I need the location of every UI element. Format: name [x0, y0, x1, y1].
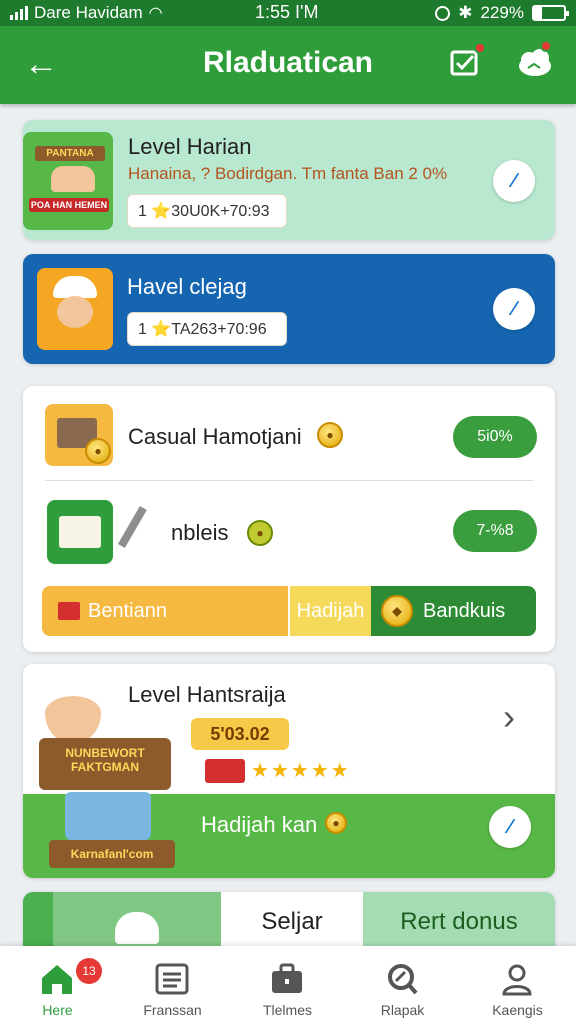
tab-search[interactable]: Rlapak: [345, 946, 460, 1024]
cloud-button[interactable]: [516, 40, 552, 80]
coin-icon: ●: [247, 520, 273, 546]
stall-crates: [65, 792, 151, 840]
level-card-blue[interactable]: Havel clejag 1 ⭐TA263+70:96 ∕: [23, 254, 555, 364]
star-rating: ★ ★ ★ ★ ★: [205, 758, 349, 783]
split-button-right[interactable]: ◆ Bandkuis: [371, 586, 536, 636]
tab-label: Franssan: [143, 1002, 202, 1018]
stall-sign-top: PANTANA: [35, 146, 105, 161]
clock: 1:55 I'M: [255, 2, 319, 22]
page-title: Rladuatican: [202, 46, 374, 79]
briefcase-icon: [272, 963, 302, 993]
edit-button[interactable]: ∕: [493, 288, 535, 330]
offer-label: Casual Hamotjani: [128, 424, 302, 449]
tool-icon: [117, 505, 165, 559]
tab-profile[interactable]: Kaengis: [460, 946, 575, 1024]
helmet-shape: [53, 276, 97, 298]
coin-icon: ●: [317, 422, 343, 448]
split-button-left[interactable]: Bentiann: [42, 586, 288, 636]
tab-briefcase[interactable]: Tlelmes: [230, 946, 345, 1024]
coin-icon: ●: [85, 438, 111, 464]
checklist-button[interactable]: [448, 42, 486, 80]
offers-card: ● Casual Hamotjani ● 5i0% nbleis ● 7-%8 …: [23, 386, 555, 652]
vendor-figures: [51, 166, 95, 192]
edit-button[interactable]: ∕: [493, 160, 535, 202]
bottom-options-row: Seljar Rert donus: [23, 892, 555, 952]
worker-avatar-thumbnail: [37, 268, 113, 350]
app-bar: ← Rladuatican: [0, 26, 576, 104]
market-stall-thumbnail: PANTANA POA HAN HEMEN: [23, 132, 113, 230]
card-title: Level Harian: [128, 134, 252, 159]
notification-dot: [474, 42, 486, 54]
alarm-icon: [435, 5, 451, 21]
face-shape: [57, 296, 93, 328]
star-icon: ★: [330, 760, 349, 782]
option-right-label: Rert donus: [400, 908, 518, 935]
option-center-label: Seljar: [261, 908, 323, 935]
search-icon: [388, 964, 418, 995]
offer-label: nbleis: [171, 520, 229, 545]
bottom-navigation: 13 Here Franssan Tlelmes Rlapak Kaengis: [0, 946, 576, 1024]
carrier-text: Dare Havidam: [34, 3, 143, 22]
tab-label: Here: [42, 1002, 73, 1018]
tab-home[interactable]: 13 Here: [0, 946, 115, 1024]
home-icon: [42, 965, 72, 994]
user-icon: [502, 964, 532, 996]
card-title: Havel clejag: [127, 274, 247, 299]
battery-icon: [532, 5, 569, 21]
reward-label: Hadijah kan: [201, 812, 318, 837]
star-icon: ★: [310, 760, 329, 782]
pencil-icon: ∕: [512, 169, 516, 192]
ticket-icon: [205, 758, 245, 783]
battery-percent: 229%: [480, 3, 524, 22]
card-subtitle: Hanaina, ? Bodirdgan. Tm fanta Ban 2 0%: [128, 164, 448, 183]
tab-label: Tlelmes: [262, 1002, 312, 1018]
tab-badge: 13: [76, 958, 102, 984]
edit-button[interactable]: ∕: [489, 806, 531, 848]
level-reward-card[interactable]: NUNBEWORT FAKTGMAN Karnafanl'com Level H…: [23, 664, 555, 878]
reward-pill: 1 ⭐30U0K+70:93: [127, 194, 287, 228]
tab-transaction[interactable]: Franssan: [115, 946, 230, 1024]
pencil-icon: ∕: [508, 815, 512, 838]
tab-label: Rlapak: [380, 1002, 425, 1018]
split-right-label: Bandkuis: [423, 599, 506, 622]
price-tag: 5'03.02: [191, 718, 289, 750]
box-icon: ●: [45, 404, 113, 466]
card-title: Level Hantsraija: [128, 682, 286, 707]
wifi-icon: ◠: [148, 5, 163, 22]
reward-pill: 1 ⭐TA263+70:96: [127, 312, 287, 346]
option-center[interactable]: Seljar: [221, 892, 363, 952]
split-mid-label: Hadijah: [296, 599, 365, 622]
daily-level-card[interactable]: PANTANA POA HAN HEMEN Level Harian Hanai…: [23, 120, 555, 240]
bluetooth-icon: ✱: [458, 3, 473, 22]
box-shape: [59, 516, 101, 548]
split-left-label: Bentiann: [88, 599, 167, 622]
worker-face: [45, 682, 101, 744]
stall-sign-bottom: Karnafanl'com: [49, 840, 175, 868]
split-button-mid[interactable]: Hadijah: [290, 586, 371, 636]
star-icon: ★: [251, 760, 269, 782]
stall-sign-top: NUNBEWORT FAKTGMAN: [39, 738, 171, 790]
status-bar: Dare Havidam ◠ 1:55 I'M ✱ 229%: [0, 0, 576, 26]
coin-icon: ◆: [381, 595, 413, 627]
star-icon: ★: [270, 760, 289, 782]
option-right[interactable]: Rert donus: [363, 892, 555, 952]
offer-button-1[interactable]: 5i0%: [453, 416, 537, 458]
offer-button-2[interactable]: 7-%8: [453, 510, 537, 552]
document-icon: [155, 963, 189, 995]
stall-sign-bottom: POA HAN HEMEN: [29, 198, 109, 212]
tab-label: Kaengis: [492, 1002, 543, 1018]
divider: [45, 480, 533, 481]
chevron-right-icon[interactable]: ›: [503, 696, 515, 738]
option-left[interactable]: [23, 892, 221, 952]
pencil-icon: ∕: [512, 297, 516, 320]
ticket-icon: [58, 602, 80, 620]
notification-dot: [540, 40, 552, 52]
gift-box-icon: [47, 500, 113, 564]
coin-icon: ●: [325, 812, 347, 834]
star-icon: ★: [290, 760, 309, 782]
cloud-gift-icon: [115, 912, 159, 944]
signal-icon: [10, 6, 28, 20]
